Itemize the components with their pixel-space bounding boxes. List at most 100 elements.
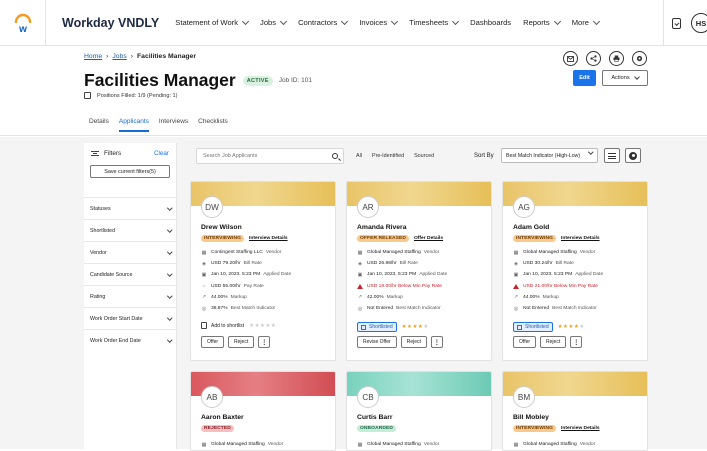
job-id: Job ID: 101: [278, 77, 312, 84]
breadcrumb-separator: ›: [106, 53, 109, 60]
applicant-card[interactable]: AR Amanda Rivera OFFER RELEASED Offer De…: [346, 181, 492, 361]
pill-sourced[interactable]: Sourced: [414, 153, 434, 159]
card-actions: Offer Reject ⋮: [201, 336, 274, 348]
status-line: INTERVIEWING Interview Details: [201, 235, 288, 243]
pill-pre-identified[interactable]: Pre-Identified: [372, 153, 404, 159]
filter-vendor[interactable]: Vendor: [84, 241, 177, 263]
search-input[interactable]: [203, 153, 323, 159]
applicant-card[interactable]: AB Aaron Baxter REJECTED ▦ Global Managed…: [190, 371, 336, 451]
applicant-name[interactable]: Aaron Baxter: [201, 414, 244, 421]
offer-button[interactable]: Offer: [201, 336, 225, 348]
applicant-card[interactable]: BM Bill Mobley INTERVIEWING Interview De…: [502, 371, 648, 451]
reject-button[interactable]: Reject: [400, 336, 427, 348]
actions-dropdown[interactable]: Actions: [602, 70, 648, 86]
filter-candidate-source[interactable]: Candidate Source: [84, 263, 177, 285]
rating-stars[interactable]: ★★★★★: [402, 324, 429, 330]
vendor-value: Contingent Staffing LLC: [211, 250, 263, 256]
status-line: INTERVIEWING Interview Details: [513, 425, 600, 433]
filter-statuses[interactable]: Statuses: [84, 197, 177, 219]
money-bag-icon: ◈: [514, 260, 518, 267]
applicant-name[interactable]: Curtis Barr: [357, 414, 393, 421]
reject-button[interactable]: Reject: [228, 336, 255, 348]
card-actions: Offer Reject ⋮: [513, 336, 586, 348]
nav-jobs[interactable]: Jobs: [260, 17, 288, 27]
reject-button[interactable]: Reject: [540, 336, 567, 348]
vendor-value: Global Managed Staffing: [523, 442, 577, 448]
edit-button[interactable]: Edit: [573, 70, 596, 86]
user-avatar[interactable]: HS: [691, 13, 707, 33]
print-icon[interactable]: [609, 51, 624, 66]
status-badge: INTERVIEWING: [201, 235, 244, 243]
interview-details-link[interactable]: Interview Details: [249, 236, 288, 241]
rating-stars[interactable]: ★★★★★: [249, 323, 276, 329]
nav-invoices[interactable]: Invoices: [359, 17, 399, 27]
avatar: AB: [201, 386, 223, 408]
positions-filled-text: Positions Filled: 1/9 (Pending: 1): [97, 92, 178, 99]
breadcrumb-home[interactable]: Home: [84, 53, 102, 60]
filter-rating[interactable]: Rating: [84, 285, 177, 307]
nav-reports[interactable]: Reports: [523, 17, 561, 27]
target-icon: ◎: [513, 305, 519, 312]
applicant-name[interactable]: Drew Wilson: [201, 224, 242, 231]
page-title: Facilities Manager: [84, 70, 236, 90]
tab-applicants[interactable]: Applicants: [118, 118, 149, 132]
best-match-label: Best Match Indicator: [396, 306, 441, 312]
more-options-icon[interactable]: ⋮: [258, 336, 271, 348]
applicant-card[interactable]: CB Curtis Barr ONBOARDED ▦ Global Managed…: [346, 371, 492, 451]
add-to-shortlist-button[interactable]: Add to shortlist: [201, 322, 244, 329]
bill-rate-value: USD 26.98/hr: [367, 261, 397, 267]
clipboard-check-icon[interactable]: [672, 17, 681, 29]
workday-logo[interactable]: w: [0, 0, 46, 46]
rating-stars[interactable]: ★★★★★: [558, 324, 585, 330]
settings-icon[interactable]: [632, 51, 647, 66]
more-options-icon[interactable]: ⋮: [570, 336, 583, 348]
status-badge: ACTIVE: [242, 75, 273, 86]
sort-select[interactable]: Best Match Indicator (High-Low): [501, 148, 598, 163]
nav-dashboards[interactable]: Dashboards: [470, 18, 511, 27]
app-brand: Workday VNDLY: [62, 15, 160, 30]
list-icon: [608, 152, 616, 159]
shortlisted-toggle[interactable]: Shortlisted: [513, 322, 553, 332]
applicant-card[interactable]: DW Drew Wilson INTERVIEWING Interview De…: [190, 181, 336, 361]
filter-work-order-end-date[interactable]: Work Order End Date: [84, 329, 177, 351]
nav-statement-of-work[interactable]: Statement of Work: [175, 17, 250, 27]
share-icon[interactable]: [586, 51, 601, 66]
interview-details-link[interactable]: Interview Details: [561, 426, 600, 431]
markup-row: ↗ 44.00% Markup: [201, 292, 291, 303]
save-filters-button[interactable]: Save current filters(5): [90, 165, 170, 178]
svg-text:w: w: [18, 24, 27, 34]
applicant-name[interactable]: Bill Mobley: [513, 414, 549, 421]
filter-work-order-start-date[interactable]: Work Order Start Date: [84, 307, 177, 329]
more-options-icon[interactable]: ⋮: [430, 336, 443, 348]
nav-timesheets[interactable]: Timesheets: [409, 17, 460, 27]
shortlisted-toggle[interactable]: Shortlisted: [357, 322, 397, 332]
status-badge: OFFER RELEASED: [357, 235, 409, 243]
email-icon[interactable]: [563, 51, 578, 66]
revise-offer-button[interactable]: Revise Offer: [357, 336, 397, 348]
clear-filters-link[interactable]: Clear: [154, 150, 169, 157]
tab-interviews[interactable]: Interviews: [159, 118, 188, 132]
applied-date-row: ▣ Jan 10, 2023, 5:23 PM Applied Date: [513, 269, 604, 280]
applicant-name[interactable]: Adam Gold: [513, 224, 549, 231]
search-icon[interactable]: [332, 153, 338, 159]
filter-shortlisted[interactable]: Shortlisted: [84, 219, 177, 241]
nav-more[interactable]: More: [572, 17, 601, 27]
tab-details[interactable]: Details: [89, 118, 109, 132]
check-icon: [517, 324, 522, 330]
applicant-card[interactable]: AG Adam Gold INTERVIEWING Interview Deta…: [502, 181, 648, 361]
applicant-name[interactable]: Amanda Rivera: [357, 224, 407, 231]
interview-details-link[interactable]: Interview Details: [561, 236, 600, 241]
vendor-label: Vendor: [267, 442, 284, 448]
offer-details-link[interactable]: Offer Details: [414, 236, 443, 241]
pill-all[interactable]: All: [356, 153, 362, 159]
list-view-button[interactable]: [604, 148, 620, 163]
breadcrumb-jobs[interactable]: Jobs: [112, 53, 126, 60]
chevron-down-icon: [391, 17, 399, 25]
tab-checklists[interactable]: Checklists: [198, 118, 228, 132]
offer-button[interactable]: Offer: [513, 336, 537, 348]
view-settings-button[interactable]: [625, 148, 641, 163]
nav-contractors[interactable]: Contractors: [298, 17, 349, 27]
pay-rate-value: USD 21.00/hr Below Min Pay Rate: [523, 283, 599, 289]
best-match-label: Best Match Indicator: [552, 306, 597, 312]
avatar: CB: [357, 386, 379, 408]
